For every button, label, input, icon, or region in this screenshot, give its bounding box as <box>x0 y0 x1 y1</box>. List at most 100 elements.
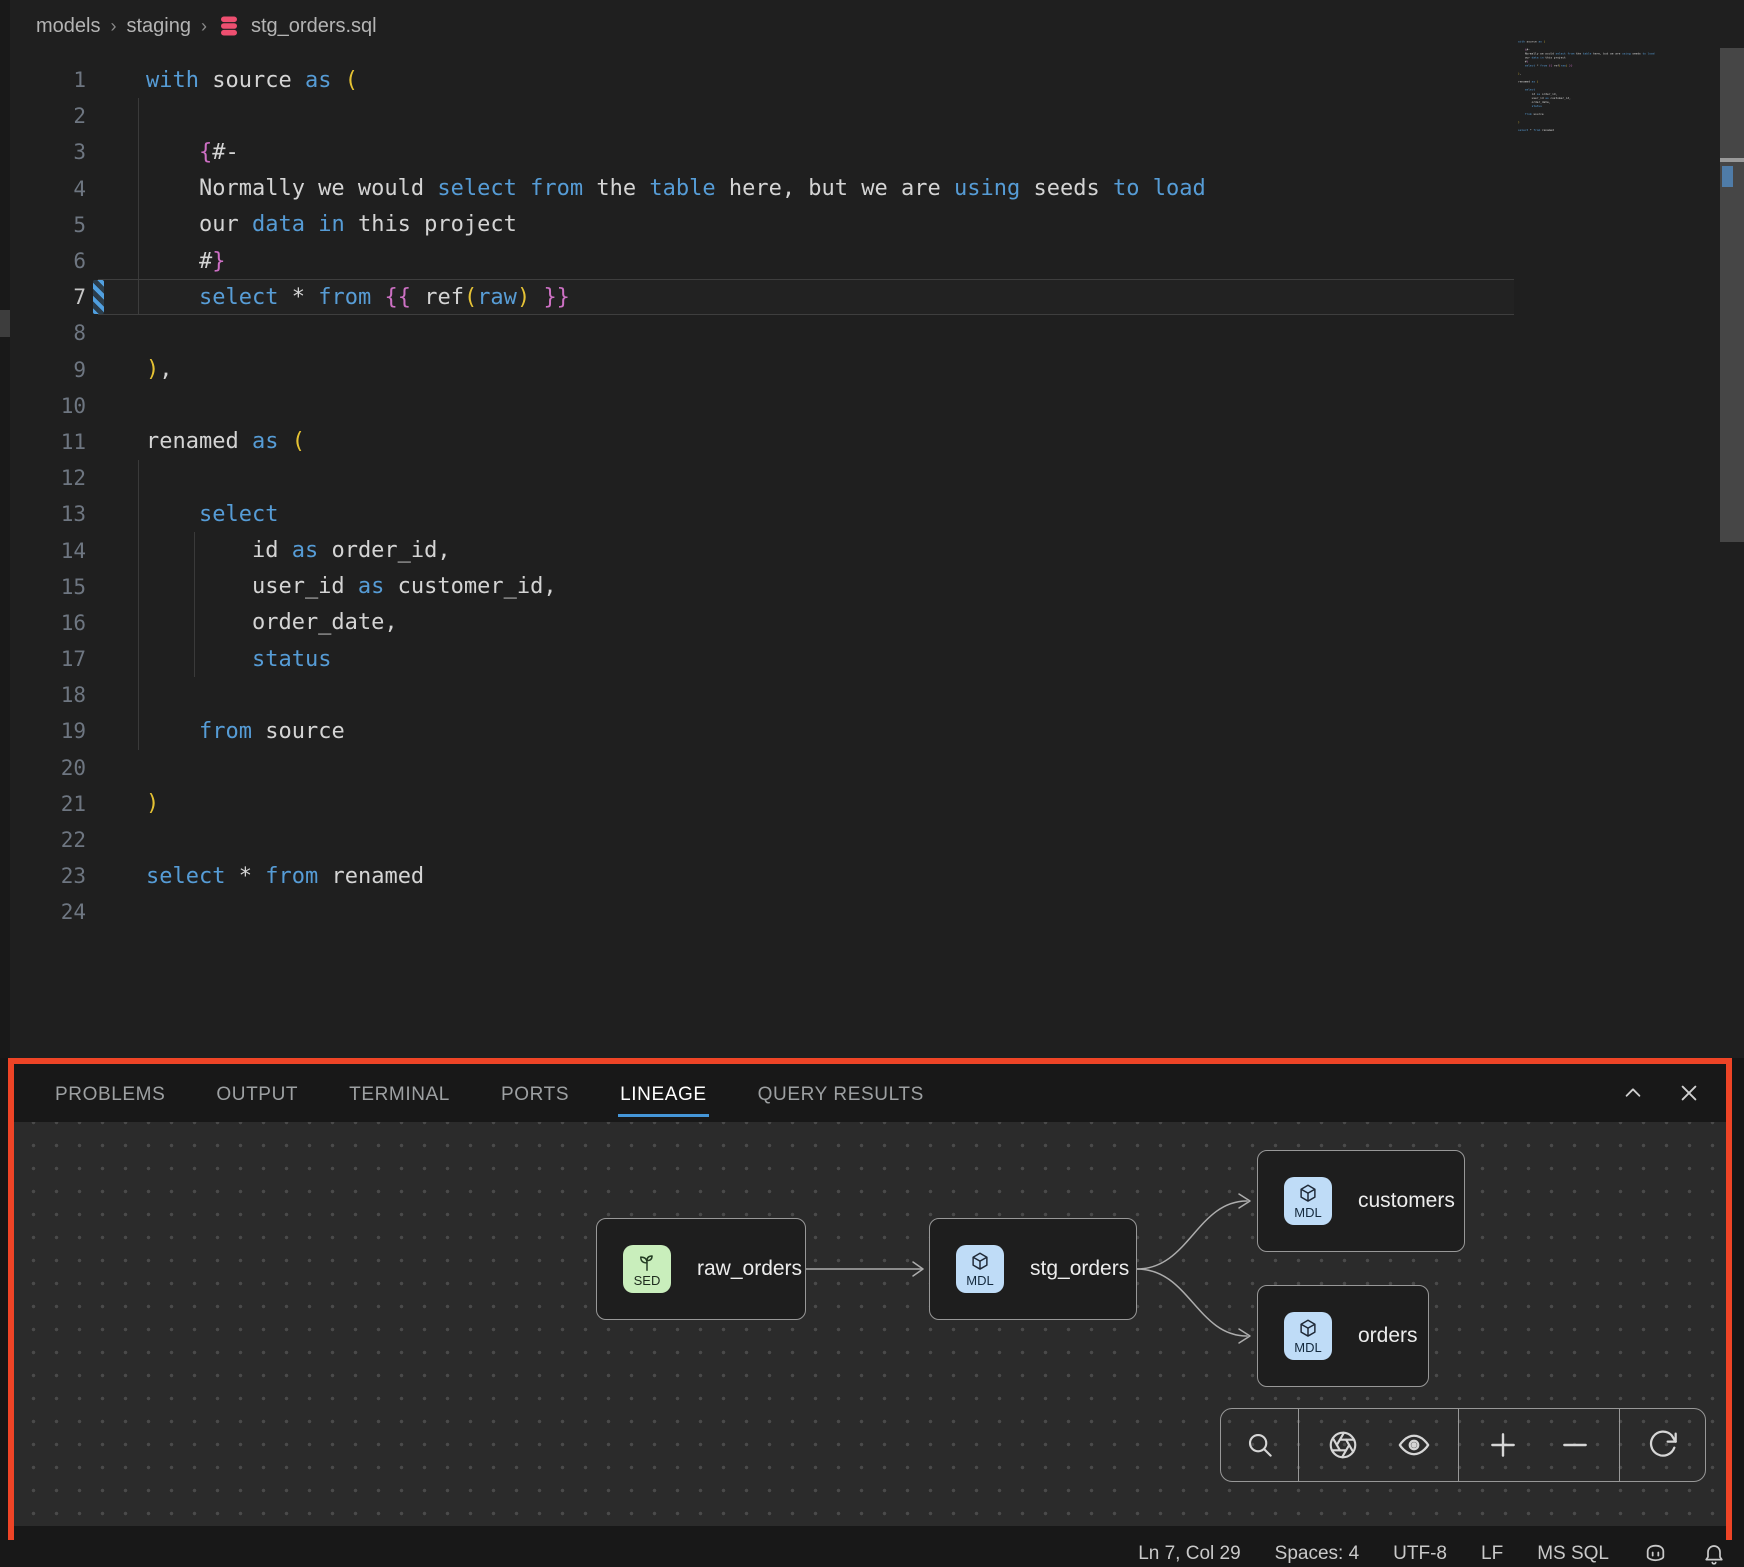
code-line-13: 13 select <box>0 496 1744 532</box>
indent-guide <box>194 569 195 605</box>
gutter-decoration <box>86 786 104 822</box>
line-number: 23 <box>0 864 86 888</box>
line-number: 21 <box>0 792 86 816</box>
scrollbar-tick <box>1720 158 1744 162</box>
code-line-14: 14 id as order_id, <box>0 532 1744 568</box>
breadcrumb-staging[interactable]: staging <box>126 15 191 38</box>
aperture-icon[interactable] <box>1315 1409 1371 1481</box>
code-text: #} <box>104 249 1744 274</box>
indent-guide <box>138 279 139 315</box>
indent-guide <box>138 207 139 243</box>
line-number: 10 <box>0 394 86 418</box>
line-number: 6 <box>0 249 86 273</box>
tab-output[interactable]: OUTPUT <box>214 1070 300 1117</box>
panel-tab-bar: PROBLEMS OUTPUT TERMINAL PORTS LINEAGE QUERY … <box>14 1064 1726 1122</box>
badge-label: MDL <box>1294 1341 1321 1354</box>
gutter-decoration <box>86 460 104 496</box>
line-number: 9 <box>0 358 86 382</box>
tab-problems[interactable]: PROBLEMS <box>53 1070 167 1117</box>
gutter-decoration <box>86 352 104 388</box>
indent-guide <box>138 134 139 170</box>
lineage-toolbar <box>1220 1408 1706 1482</box>
zoom-out-icon[interactable] <box>1547 1409 1603 1481</box>
indent-guide <box>194 605 195 641</box>
lineage-node-stg_orders[interactable]: MDL stg_orders <box>929 1218 1137 1320</box>
breadcrumb-models[interactable]: models <box>36 15 100 38</box>
encoding[interactable]: UTF-8 <box>1393 1543 1447 1565</box>
code-line-16: 16 order_date, <box>0 605 1744 641</box>
search-icon[interactable] <box>1232 1409 1288 1481</box>
gutter-decoration <box>86 858 104 894</box>
chevron-right-icon: › <box>110 16 116 37</box>
code-line-20: 20 <box>0 750 1744 786</box>
code-lines[interactable]: 1with source as (23 {#-4 Normally we wou… <box>0 62 1744 931</box>
code-line-23: 23select * from renamed <box>0 858 1744 894</box>
model-icon: MDL <box>1284 1177 1332 1225</box>
close-icon[interactable] <box>1678 1082 1700 1104</box>
chevron-up-icon[interactable] <box>1622 1082 1644 1104</box>
code-line-18: 18 <box>0 677 1744 713</box>
code-text: our data in this project <box>104 212 1744 237</box>
gutter-decoration <box>86 171 104 207</box>
indent-guide <box>194 641 195 677</box>
lineage-node-raw_orders[interactable]: SED raw_orders <box>596 1218 806 1320</box>
refresh-icon[interactable] <box>1635 1409 1691 1481</box>
indent-guide <box>138 677 139 713</box>
tab-query-results[interactable]: QUERY RESULTS <box>756 1070 926 1117</box>
line-number: 14 <box>0 539 86 563</box>
editor-scrollbar[interactable] <box>1720 48 1744 542</box>
line-number: 4 <box>0 177 86 201</box>
indent-guide <box>138 713 139 749</box>
code-text: ) <box>104 791 1744 816</box>
code-line-9: 9), <box>0 352 1744 388</box>
code-text: renamed as ( <box>104 429 1744 454</box>
cursor-position[interactable]: Ln 7, Col 29 <box>1138 1543 1240 1565</box>
line-number: 1 <box>0 68 86 92</box>
code-text: with source as ( <box>104 68 1744 93</box>
code-text: order_date, <box>104 610 1744 635</box>
indentation[interactable]: Spaces: 4 <box>1275 1543 1360 1565</box>
status-bar: Ln 7, Col 29 Spaces: 4 UTF-8 LF MS SQL <box>0 1540 1744 1567</box>
line-number: 12 <box>0 466 86 490</box>
line-number: 13 <box>0 502 86 526</box>
model-icon: MDL <box>1284 1312 1332 1360</box>
breadcrumb-filename[interactable]: stg_orders.sql <box>251 15 377 38</box>
gutter-decoration <box>86 315 104 351</box>
minimap[interactable]: with source as ( {#- Normally we would s… <box>1518 40 1703 160</box>
code-line-19: 19 from source <box>0 713 1744 749</box>
eol-sequence[interactable]: LF <box>1481 1543 1503 1565</box>
tab-terminal[interactable]: TERMINAL <box>347 1070 452 1117</box>
lineage-canvas[interactable]: SEDraw_ordersMDLstg_ordersMDLcustomersMD… <box>14 1122 1726 1526</box>
lineage-node-customers[interactable]: MDLcustomers <box>1257 1150 1465 1252</box>
node-label: raw_orders <box>697 1257 802 1281</box>
code-line-2: 2 <box>0 98 1744 134</box>
code-editor[interactable]: models › staging › stg_orders.sql 1with … <box>0 0 1744 1058</box>
line-number: 18 <box>0 683 86 707</box>
code-text: user_id as customer_id, <box>104 574 1744 599</box>
scrollbar-modified-marker <box>1722 166 1733 187</box>
indent-guide <box>138 460 139 496</box>
code-line-17: 17 status <box>0 641 1744 677</box>
bottom-panel-annotation-frame: PROBLEMS OUTPUT TERMINAL PORTS LINEAGE QUERY … <box>8 1058 1732 1546</box>
node-label: stg_orders <box>1030 1257 1129 1281</box>
tab-lineage[interactable]: LINEAGE <box>618 1070 709 1117</box>
line-number: 5 <box>0 213 86 237</box>
tab-ports[interactable]: PORTS <box>499 1070 571 1117</box>
language-mode[interactable]: MS SQL <box>1537 1543 1609 1565</box>
line-number: 17 <box>0 647 86 671</box>
eye-icon[interactable] <box>1386 1409 1442 1481</box>
badge-label: MDL <box>966 1274 993 1287</box>
bell-icon[interactable] <box>1702 1542 1726 1566</box>
seed-icon: SED <box>623 1245 671 1293</box>
gutter-decoration <box>86 677 104 713</box>
copilot-icon[interactable] <box>1643 1541 1668 1566</box>
code-text: select <box>104 502 1744 527</box>
code-line-21: 21) <box>0 786 1744 822</box>
gutter-decoration <box>86 713 104 749</box>
code-line-11: 11renamed as ( <box>0 424 1744 460</box>
code-line-6: 6 #} <box>0 243 1744 279</box>
zoom-in-icon[interactable] <box>1475 1409 1531 1481</box>
lineage-node-orders[interactable]: MDLorders <box>1257 1285 1429 1387</box>
gutter-decoration <box>86 243 104 279</box>
indent-guide <box>194 532 195 568</box>
